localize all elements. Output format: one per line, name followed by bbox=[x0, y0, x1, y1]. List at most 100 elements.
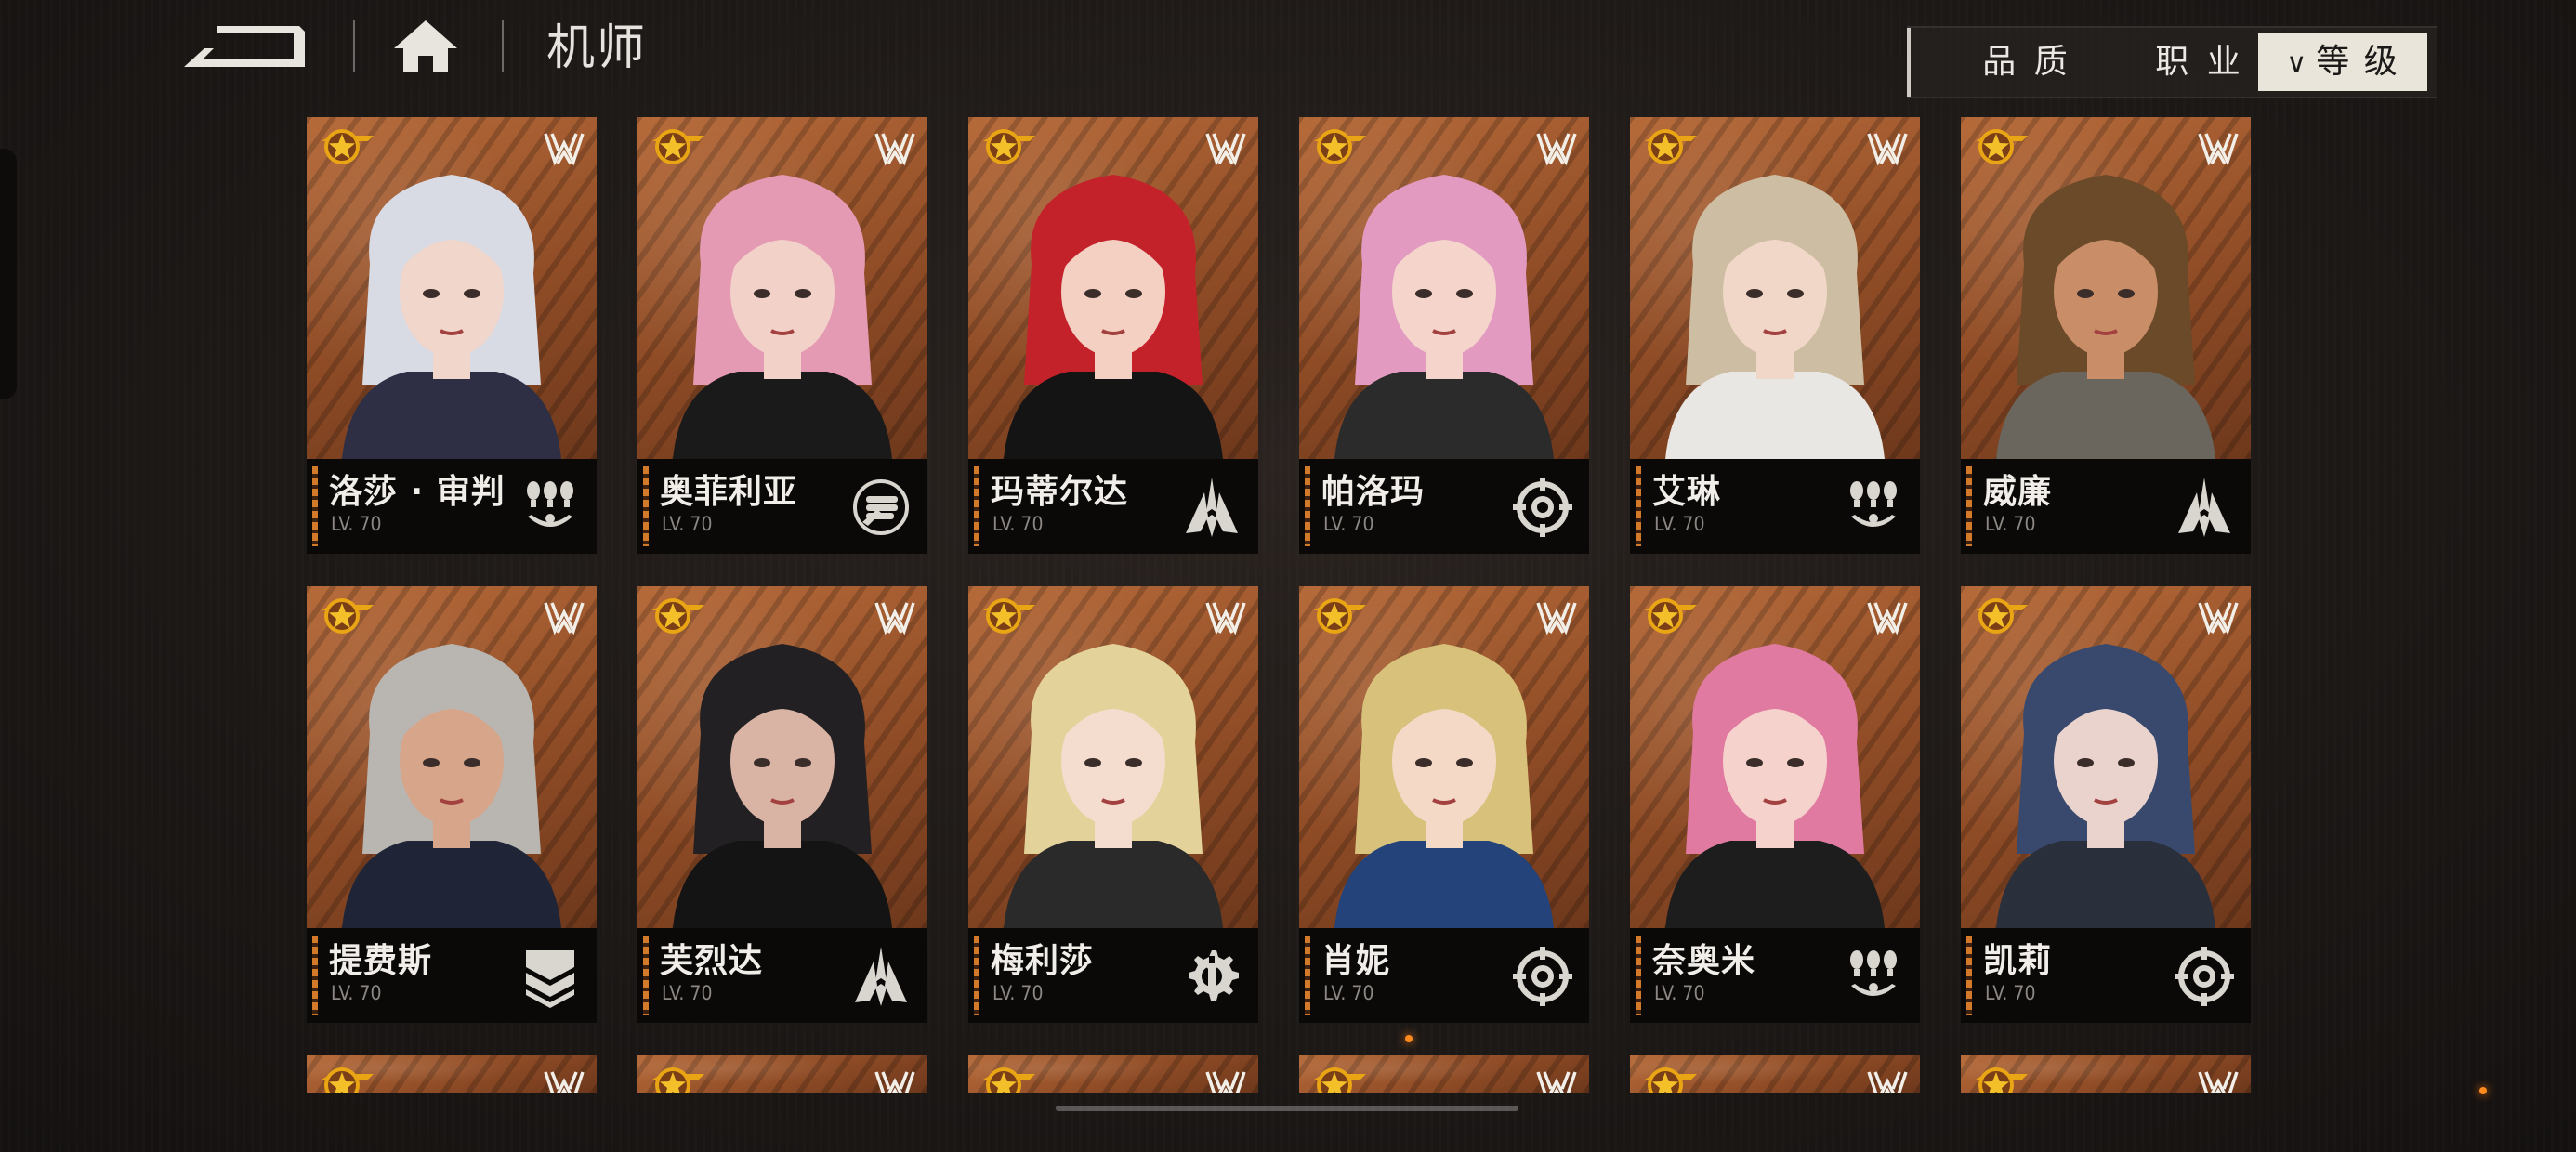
filter-level-button[interactable]: ∨ 等 级 bbox=[2258, 33, 2427, 91]
pilot-name: 玛蒂尔达 bbox=[991, 473, 1129, 511]
pilot-info-panel: 提费斯 LV. 70 bbox=[307, 928, 597, 1023]
pilot-portrait-image bbox=[673, 152, 892, 459]
filter-class-button[interactable]: 职 业 bbox=[2121, 28, 2279, 97]
filter-quality-button[interactable]: 品 质 bbox=[1948, 28, 2106, 97]
pilot-card[interactable]: 奥菲利亚 LV. 70 bbox=[637, 117, 927, 554]
pilot-name: 洛莎 · 审判 bbox=[329, 473, 506, 511]
back-button[interactable] bbox=[180, 20, 312, 72]
pilot-portrait-image bbox=[1004, 152, 1223, 459]
star-rank-icon bbox=[1641, 124, 1699, 169]
pilot-portrait bbox=[968, 586, 1258, 928]
pilot-info-panel: 艾琳 LV. 70 bbox=[1630, 459, 1920, 554]
star-rank-icon bbox=[318, 1063, 375, 1093]
chevron-down-icon: ∨ bbox=[2286, 47, 2309, 80]
pilot-info-panel: 凯莉 LV. 70 bbox=[1961, 928, 2251, 1023]
crosshair-icon bbox=[1511, 476, 1574, 539]
star-rank-icon bbox=[318, 594, 375, 638]
pilot-portrait-image bbox=[342, 152, 561, 459]
pilot-card[interactable]: 奈奥米 LV. 70 bbox=[1630, 586, 1920, 1023]
star-rank-icon bbox=[1310, 594, 1368, 638]
pilot-portrait-image bbox=[1996, 152, 2215, 459]
pilot-portrait bbox=[1299, 586, 1589, 928]
star-rank-icon bbox=[1310, 1063, 1368, 1093]
pilot-card-partial[interactable] bbox=[637, 1055, 927, 1093]
wings-emblem-icon bbox=[1535, 128, 1578, 167]
wings-emblem-icon bbox=[2197, 128, 2240, 167]
spire-icon bbox=[1180, 476, 1243, 539]
side-edge-handle[interactable] bbox=[0, 149, 17, 399]
star-rank-icon bbox=[1972, 594, 2030, 638]
wings-emblem-icon bbox=[1204, 128, 1247, 167]
wings-emblem-icon bbox=[874, 128, 916, 167]
home-button[interactable] bbox=[390, 17, 461, 76]
pilot-card[interactable]: 芙烈达 LV. 70 bbox=[637, 586, 927, 1023]
pilot-level: LV. 70 bbox=[1985, 982, 2036, 1004]
ember-particle bbox=[1405, 1035, 1413, 1042]
pilot-portrait bbox=[1961, 1055, 2251, 1093]
pilot-name: 奈奥米 bbox=[1652, 942, 1756, 980]
wings-emblem-icon bbox=[874, 1067, 916, 1093]
pilot-name: 梅利莎 bbox=[991, 942, 1095, 980]
star-rank-icon bbox=[1310, 124, 1368, 169]
pilot-card[interactable]: 艾琳 LV. 70 bbox=[1630, 117, 1920, 554]
pilot-card[interactable]: 威廉 LV. 70 bbox=[1961, 117, 2251, 554]
pilot-card[interactable]: 凯莉 LV. 70 bbox=[1961, 586, 2251, 1023]
pilot-card-partial[interactable] bbox=[307, 1055, 597, 1093]
pilot-portrait bbox=[1961, 586, 2251, 928]
pilot-portrait bbox=[1961, 117, 2251, 459]
pilot-card-partial[interactable] bbox=[1299, 1055, 1589, 1093]
ember-particle bbox=[2479, 1087, 2487, 1094]
pilot-card[interactable]: 肖妮 LV. 70 bbox=[1299, 586, 1589, 1023]
header-divider bbox=[502, 20, 504, 72]
home-icon bbox=[394, 20, 457, 72]
crosshair-icon bbox=[2173, 945, 2236, 1008]
wings-emblem-icon bbox=[2197, 597, 2240, 636]
spire-icon bbox=[849, 945, 913, 1008]
pilot-portrait-image bbox=[1004, 622, 1223, 928]
star-rank-icon bbox=[1641, 594, 1699, 638]
pilot-info-panel: 梅利莎 LV. 70 bbox=[968, 928, 1258, 1023]
pilot-info-panel: 洛莎 · 审判 LV. 70 bbox=[307, 459, 597, 554]
pilot-card[interactable]: 梅利莎 LV. 70 bbox=[968, 586, 1258, 1023]
pilot-portrait bbox=[637, 1055, 927, 1093]
pilot-name: 威廉 bbox=[1983, 473, 2053, 511]
pilot-info-panel: 帕洛玛 LV. 70 bbox=[1299, 459, 1589, 554]
star-rank-icon bbox=[979, 594, 1037, 638]
pilot-card-partial[interactable] bbox=[1630, 1055, 1920, 1093]
pilot-card-partial[interactable] bbox=[1961, 1055, 2251, 1093]
pilot-card[interactable]: 帕洛玛 LV. 70 bbox=[1299, 117, 1589, 554]
pilot-name: 艾琳 bbox=[1652, 473, 1722, 511]
pilot-card-partial[interactable] bbox=[968, 1055, 1258, 1093]
pilot-card[interactable]: 玛蒂尔达 LV. 70 bbox=[968, 117, 1258, 554]
pilot-level: LV. 70 bbox=[331, 513, 382, 535]
wings-emblem-icon bbox=[874, 597, 916, 636]
chevron-shield-icon bbox=[519, 945, 582, 1008]
pilot-portrait bbox=[307, 1055, 597, 1093]
back-arrow-icon bbox=[184, 26, 305, 67]
wings-emblem-icon bbox=[1535, 597, 1578, 636]
wings-emblem-icon bbox=[1535, 1067, 1578, 1093]
pilot-name: 奥菲利亚 bbox=[660, 473, 798, 511]
star-rank-icon bbox=[649, 594, 706, 638]
star-rank-icon bbox=[1972, 1063, 2030, 1093]
pilot-portrait-image bbox=[1334, 152, 1554, 459]
bombs-icon bbox=[1842, 476, 1905, 539]
pilot-level: LV. 70 bbox=[662, 982, 713, 1004]
pilot-info-panel: 芙烈达 LV. 70 bbox=[637, 928, 927, 1023]
pilot-roster-screen: 机师 品 质 职 业 ∨ 等 级 洛莎 · 审判 LV. 70 奥菲利亚 LV.… bbox=[0, 0, 2576, 1152]
wings-emblem-icon bbox=[1204, 1067, 1247, 1093]
star-rank-icon bbox=[1972, 124, 2030, 169]
pilot-info-panel: 奥菲利亚 LV. 70 bbox=[637, 459, 927, 554]
pilot-portrait bbox=[307, 586, 597, 928]
pilot-level: LV. 70 bbox=[992, 513, 1044, 535]
pilot-portrait-image bbox=[1334, 622, 1554, 928]
star-rank-icon bbox=[1641, 1063, 1699, 1093]
header-divider bbox=[353, 20, 355, 72]
scroll-indicator[interactable] bbox=[1056, 1106, 1518, 1111]
star-rank-icon bbox=[979, 124, 1037, 169]
pilot-card[interactable]: 提费斯 LV. 70 bbox=[307, 586, 597, 1023]
pilot-level: LV. 70 bbox=[1654, 513, 1705, 535]
pilot-card[interactable]: 洛莎 · 审判 LV. 70 bbox=[307, 117, 597, 554]
pilot-portrait bbox=[1630, 117, 1920, 459]
gear-wrench-icon bbox=[1180, 945, 1243, 1008]
